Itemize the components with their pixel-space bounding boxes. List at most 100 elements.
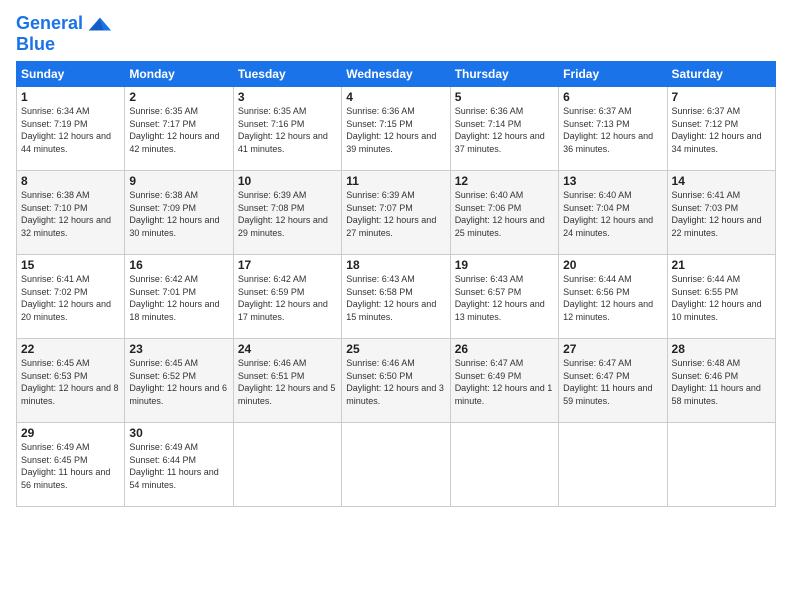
week-row-4: 22 Sunrise: 6:45 AMSunset: 6:53 PMDaylig… bbox=[17, 339, 776, 423]
calendar-cell: 19 Sunrise: 6:43 AMSunset: 6:57 PMDaylig… bbox=[450, 255, 558, 339]
day-number: 25 bbox=[346, 342, 445, 356]
day-info: Sunrise: 6:45 AMSunset: 6:53 PMDaylight:… bbox=[21, 358, 119, 406]
day-number: 23 bbox=[129, 342, 228, 356]
day-number: 5 bbox=[455, 90, 554, 104]
day-number: 30 bbox=[129, 426, 228, 440]
weekday-header-wednesday: Wednesday bbox=[342, 62, 450, 87]
week-row-1: 1 Sunrise: 6:34 AMSunset: 7:19 PMDayligh… bbox=[17, 87, 776, 171]
day-number: 24 bbox=[238, 342, 337, 356]
calendar-cell bbox=[450, 423, 558, 507]
day-number: 6 bbox=[563, 90, 662, 104]
calendar-cell: 28 Sunrise: 6:48 AMSunset: 6:46 PMDaylig… bbox=[667, 339, 775, 423]
day-number: 17 bbox=[238, 258, 337, 272]
calendar-cell: 23 Sunrise: 6:45 AMSunset: 6:52 PMDaylig… bbox=[125, 339, 233, 423]
calendar-cell: 7 Sunrise: 6:37 AMSunset: 7:12 PMDayligh… bbox=[667, 87, 775, 171]
day-number: 3 bbox=[238, 90, 337, 104]
day-info: Sunrise: 6:39 AMSunset: 7:07 PMDaylight:… bbox=[346, 190, 436, 238]
day-info: Sunrise: 6:42 AMSunset: 7:01 PMDaylight:… bbox=[129, 274, 219, 322]
day-number: 11 bbox=[346, 174, 445, 188]
day-info: Sunrise: 6:36 AMSunset: 7:14 PMDaylight:… bbox=[455, 106, 545, 154]
calendar-cell: 25 Sunrise: 6:46 AMSunset: 6:50 PMDaylig… bbox=[342, 339, 450, 423]
calendar-cell: 15 Sunrise: 6:41 AMSunset: 7:02 PMDaylig… bbox=[17, 255, 125, 339]
page: General Blue SundayMondayTuesdayWednesda… bbox=[0, 0, 792, 612]
day-number: 13 bbox=[563, 174, 662, 188]
calendar-cell: 9 Sunrise: 6:38 AMSunset: 7:09 PMDayligh… bbox=[125, 171, 233, 255]
calendar-cell bbox=[233, 423, 341, 507]
day-number: 19 bbox=[455, 258, 554, 272]
day-info: Sunrise: 6:41 AMSunset: 7:02 PMDaylight:… bbox=[21, 274, 111, 322]
calendar-cell: 1 Sunrise: 6:34 AMSunset: 7:19 PMDayligh… bbox=[17, 87, 125, 171]
calendar-cell: 18 Sunrise: 6:43 AMSunset: 6:58 PMDaylig… bbox=[342, 255, 450, 339]
day-info: Sunrise: 6:35 AMSunset: 7:17 PMDaylight:… bbox=[129, 106, 219, 154]
weekday-header-tuesday: Tuesday bbox=[233, 62, 341, 87]
weekday-header-monday: Monday bbox=[125, 62, 233, 87]
day-info: Sunrise: 6:46 AMSunset: 6:50 PMDaylight:… bbox=[346, 358, 444, 406]
day-info: Sunrise: 6:44 AMSunset: 6:56 PMDaylight:… bbox=[563, 274, 653, 322]
weekday-header-sunday: Sunday bbox=[17, 62, 125, 87]
calendar-cell: 3 Sunrise: 6:35 AMSunset: 7:16 PMDayligh… bbox=[233, 87, 341, 171]
day-number: 20 bbox=[563, 258, 662, 272]
week-row-5: 29 Sunrise: 6:49 AMSunset: 6:45 PMDaylig… bbox=[17, 423, 776, 507]
day-number: 27 bbox=[563, 342, 662, 356]
calendar-cell: 12 Sunrise: 6:40 AMSunset: 7:06 PMDaylig… bbox=[450, 171, 558, 255]
day-number: 18 bbox=[346, 258, 445, 272]
day-info: Sunrise: 6:45 AMSunset: 6:52 PMDaylight:… bbox=[129, 358, 227, 406]
calendar-cell bbox=[667, 423, 775, 507]
day-info: Sunrise: 6:40 AMSunset: 7:06 PMDaylight:… bbox=[455, 190, 545, 238]
day-info: Sunrise: 6:36 AMSunset: 7:15 PMDaylight:… bbox=[346, 106, 436, 154]
day-info: Sunrise: 6:38 AMSunset: 7:10 PMDaylight:… bbox=[21, 190, 111, 238]
calendar-cell: 22 Sunrise: 6:45 AMSunset: 6:53 PMDaylig… bbox=[17, 339, 125, 423]
day-info: Sunrise: 6:49 AMSunset: 6:44 PMDaylight:… bbox=[129, 442, 218, 490]
calendar-cell: 16 Sunrise: 6:42 AMSunset: 7:01 PMDaylig… bbox=[125, 255, 233, 339]
calendar-cell: 30 Sunrise: 6:49 AMSunset: 6:44 PMDaylig… bbox=[125, 423, 233, 507]
day-info: Sunrise: 6:40 AMSunset: 7:04 PMDaylight:… bbox=[563, 190, 653, 238]
header: General Blue bbox=[16, 10, 776, 55]
calendar-cell: 10 Sunrise: 6:39 AMSunset: 7:08 PMDaylig… bbox=[233, 171, 341, 255]
day-number: 16 bbox=[129, 258, 228, 272]
day-number: 21 bbox=[672, 258, 771, 272]
day-number: 14 bbox=[672, 174, 771, 188]
day-number: 7 bbox=[672, 90, 771, 104]
day-info: Sunrise: 6:38 AMSunset: 7:09 PMDaylight:… bbox=[129, 190, 219, 238]
calendar-cell: 14 Sunrise: 6:41 AMSunset: 7:03 PMDaylig… bbox=[667, 171, 775, 255]
calendar-cell: 8 Sunrise: 6:38 AMSunset: 7:10 PMDayligh… bbox=[17, 171, 125, 255]
weekday-header-thursday: Thursday bbox=[450, 62, 558, 87]
day-info: Sunrise: 6:43 AMSunset: 6:57 PMDaylight:… bbox=[455, 274, 545, 322]
day-info: Sunrise: 6:42 AMSunset: 6:59 PMDaylight:… bbox=[238, 274, 328, 322]
day-number: 10 bbox=[238, 174, 337, 188]
day-info: Sunrise: 6:41 AMSunset: 7:03 PMDaylight:… bbox=[672, 190, 762, 238]
day-info: Sunrise: 6:37 AMSunset: 7:13 PMDaylight:… bbox=[563, 106, 653, 154]
calendar: SundayMondayTuesdayWednesdayThursdayFrid… bbox=[16, 61, 776, 507]
weekday-header-saturday: Saturday bbox=[667, 62, 775, 87]
logo: General Blue bbox=[16, 10, 113, 55]
day-info: Sunrise: 6:43 AMSunset: 6:58 PMDaylight:… bbox=[346, 274, 436, 322]
day-info: Sunrise: 6:35 AMSunset: 7:16 PMDaylight:… bbox=[238, 106, 328, 154]
day-number: 9 bbox=[129, 174, 228, 188]
calendar-cell: 27 Sunrise: 6:47 AMSunset: 6:47 PMDaylig… bbox=[559, 339, 667, 423]
day-info: Sunrise: 6:37 AMSunset: 7:12 PMDaylight:… bbox=[672, 106, 762, 154]
calendar-cell: 26 Sunrise: 6:47 AMSunset: 6:49 PMDaylig… bbox=[450, 339, 558, 423]
day-number: 15 bbox=[21, 258, 120, 272]
day-info: Sunrise: 6:39 AMSunset: 7:08 PMDaylight:… bbox=[238, 190, 328, 238]
calendar-cell: 5 Sunrise: 6:36 AMSunset: 7:14 PMDayligh… bbox=[450, 87, 558, 171]
weekday-header-friday: Friday bbox=[559, 62, 667, 87]
week-row-3: 15 Sunrise: 6:41 AMSunset: 7:02 PMDaylig… bbox=[17, 255, 776, 339]
calendar-cell: 17 Sunrise: 6:42 AMSunset: 6:59 PMDaylig… bbox=[233, 255, 341, 339]
calendar-cell bbox=[342, 423, 450, 507]
day-number: 2 bbox=[129, 90, 228, 104]
day-info: Sunrise: 6:47 AMSunset: 6:49 PMDaylight:… bbox=[455, 358, 553, 406]
day-info: Sunrise: 6:49 AMSunset: 6:45 PMDaylight:… bbox=[21, 442, 110, 490]
day-info: Sunrise: 6:34 AMSunset: 7:19 PMDaylight:… bbox=[21, 106, 111, 154]
day-number: 26 bbox=[455, 342, 554, 356]
calendar-cell: 29 Sunrise: 6:49 AMSunset: 6:45 PMDaylig… bbox=[17, 423, 125, 507]
day-number: 22 bbox=[21, 342, 120, 356]
calendar-cell: 6 Sunrise: 6:37 AMSunset: 7:13 PMDayligh… bbox=[559, 87, 667, 171]
day-number: 4 bbox=[346, 90, 445, 104]
day-number: 1 bbox=[21, 90, 120, 104]
day-info: Sunrise: 6:46 AMSunset: 6:51 PMDaylight:… bbox=[238, 358, 336, 406]
day-number: 12 bbox=[455, 174, 554, 188]
calendar-cell: 13 Sunrise: 6:40 AMSunset: 7:04 PMDaylig… bbox=[559, 171, 667, 255]
calendar-cell: 21 Sunrise: 6:44 AMSunset: 6:55 PMDaylig… bbox=[667, 255, 775, 339]
day-info: Sunrise: 6:44 AMSunset: 6:55 PMDaylight:… bbox=[672, 274, 762, 322]
day-number: 28 bbox=[672, 342, 771, 356]
